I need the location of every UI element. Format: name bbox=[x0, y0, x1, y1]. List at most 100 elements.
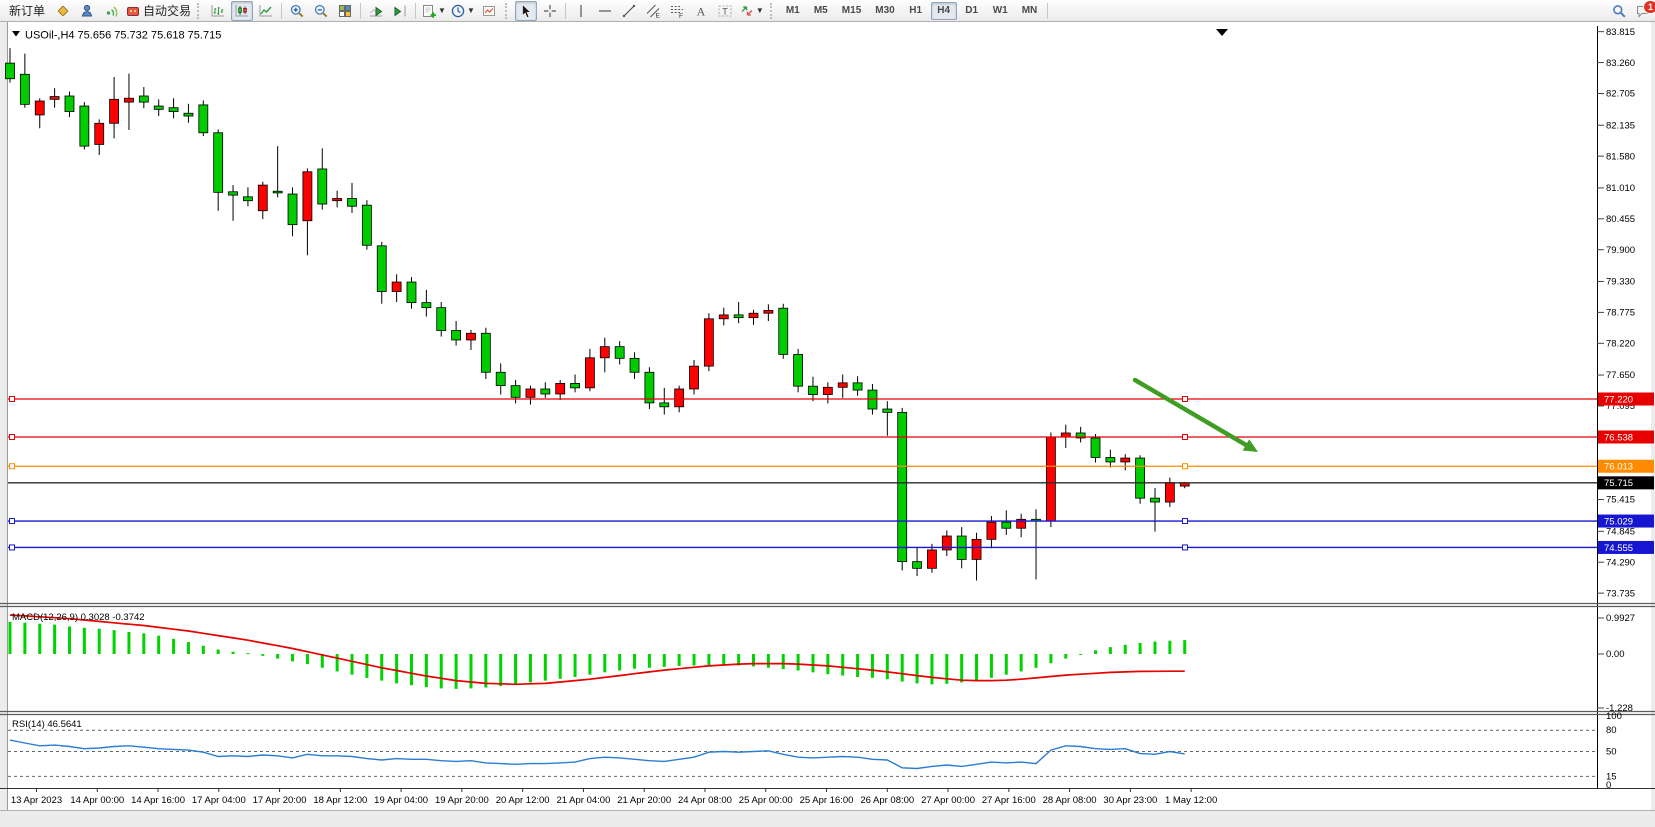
arrows-tool-button[interactable]: ▼ bbox=[738, 1, 765, 21]
horizontal-line-button[interactable] bbox=[594, 1, 616, 21]
new-chart-button[interactable]: ▼ bbox=[420, 1, 447, 21]
trendline-button[interactable] bbox=[618, 1, 640, 21]
candle-chart-button[interactable] bbox=[231, 1, 253, 21]
crosshair-button[interactable] bbox=[539, 1, 561, 21]
tiles-icon bbox=[337, 3, 353, 19]
macd-histogram-bar bbox=[142, 633, 145, 654]
timeframe-H1[interactable]: H1 bbox=[903, 2, 929, 20]
vertical-line-button[interactable] bbox=[570, 1, 592, 21]
macd-histogram-bar bbox=[1124, 645, 1127, 654]
timeframe-H4[interactable]: H4 bbox=[931, 2, 957, 20]
toolbar-drag-handle[interactable] bbox=[770, 3, 774, 19]
macd-histogram-bar bbox=[901, 654, 904, 682]
template-button[interactable] bbox=[478, 1, 500, 21]
price-tick-label: 79.330 bbox=[1606, 277, 1635, 288]
macd-histogram-bar bbox=[187, 642, 190, 654]
price-tick-label: 77.650 bbox=[1606, 370, 1635, 381]
text-tool-button[interactable]: A bbox=[690, 1, 712, 21]
price-tick-label: 73.735 bbox=[1606, 588, 1635, 599]
search-button[interactable] bbox=[1608, 1, 1630, 21]
fibo-icon: F bbox=[669, 3, 685, 19]
timeframe-M5[interactable]: M5 bbox=[808, 2, 834, 20]
macd-histogram-bar bbox=[306, 654, 309, 664]
toolbar-separator bbox=[360, 3, 361, 19]
terminal-icon-button[interactable] bbox=[76, 1, 98, 21]
timeframe-M30[interactable]: M30 bbox=[869, 2, 900, 20]
zoom-out-button[interactable] bbox=[310, 1, 332, 21]
time-tick-label: 14 Apr 00:00 bbox=[70, 795, 124, 806]
cursor-button[interactable] bbox=[515, 1, 537, 21]
auto-scroll-button[interactable] bbox=[365, 1, 387, 21]
crosshair-icon bbox=[542, 3, 558, 19]
candle-body bbox=[20, 74, 29, 104]
candle-body bbox=[927, 550, 936, 568]
hline-handle[interactable] bbox=[1183, 519, 1188, 524]
macd-histogram-bar bbox=[856, 654, 859, 677]
candle-body bbox=[838, 383, 847, 387]
macd-histogram-bar bbox=[544, 654, 547, 681]
time-tick-label: 27 Apr 00:00 bbox=[921, 795, 975, 806]
candle-body bbox=[675, 389, 684, 407]
textA-icon: A bbox=[693, 3, 709, 19]
macd-histogram-bar bbox=[916, 654, 919, 683]
new-order-icon-button[interactable] bbox=[52, 1, 74, 21]
linechart-icon bbox=[258, 3, 274, 19]
macd-histogram-bar bbox=[1079, 654, 1082, 655]
signals-icon-button[interactable] bbox=[100, 1, 122, 21]
dropdown-caret-icon[interactable]: ▼ bbox=[756, 6, 764, 15]
candle-body bbox=[6, 63, 15, 79]
rsi-axis-label: 100 bbox=[1606, 711, 1622, 722]
toolbar-separator bbox=[1047, 3, 1048, 19]
tile-windows-button[interactable] bbox=[334, 1, 356, 21]
timeframe-M15[interactable]: M15 bbox=[836, 2, 867, 20]
hline-handle[interactable] bbox=[1183, 434, 1188, 439]
toolbar-drag-handle[interactable] bbox=[505, 3, 509, 19]
candle-body bbox=[243, 197, 252, 201]
candle-body bbox=[913, 562, 922, 569]
autotrade-button[interactable]: 自动交易 bbox=[124, 1, 192, 21]
price-tick-label: 83.815 bbox=[1606, 27, 1635, 38]
macd-histogram-bar bbox=[633, 654, 636, 669]
fibonacci-button[interactable]: F bbox=[666, 1, 688, 21]
macd-histogram-bar bbox=[410, 654, 413, 685]
candle-body bbox=[794, 354, 803, 386]
new-order-button[interactable]: 新订单 bbox=[4, 1, 50, 21]
hline-handle[interactable] bbox=[10, 464, 15, 469]
label-tool-button[interactable]: T bbox=[714, 1, 736, 21]
candle-body bbox=[1002, 522, 1011, 528]
macd-histogram-bar bbox=[990, 654, 993, 678]
hline-handle[interactable] bbox=[10, 519, 15, 524]
shapes-icon bbox=[739, 3, 755, 19]
macd-histogram-bar bbox=[321, 654, 324, 668]
hline-handle[interactable] bbox=[10, 434, 15, 439]
line-chart-button[interactable] bbox=[255, 1, 277, 21]
hline-handle[interactable] bbox=[1183, 464, 1188, 469]
hline-handle[interactable] bbox=[1183, 397, 1188, 402]
hline-handle[interactable] bbox=[10, 545, 15, 550]
candle-body bbox=[749, 313, 758, 317]
macd-histogram-bar bbox=[797, 654, 800, 671]
bar-chart-button[interactable] bbox=[207, 1, 229, 21]
hline-handle[interactable] bbox=[1183, 545, 1188, 550]
channel-button[interactable]: E bbox=[642, 1, 664, 21]
hline-handle[interactable] bbox=[10, 397, 15, 402]
timeframe-W1[interactable]: W1 bbox=[987, 2, 1014, 20]
rsi-axis-label: 50 bbox=[1606, 747, 1617, 758]
candle-body bbox=[526, 389, 535, 397]
macd-histogram-bar bbox=[38, 624, 41, 654]
timeframe-D1[interactable]: D1 bbox=[959, 2, 985, 20]
chart-shift-button[interactable] bbox=[389, 1, 411, 21]
candle-body bbox=[95, 123, 104, 144]
macd-histogram-bar bbox=[707, 654, 710, 665]
zoom-in-button[interactable] bbox=[286, 1, 308, 21]
dropdown-caret-icon[interactable]: ▼ bbox=[438, 6, 446, 15]
chat-button[interactable]: 1 bbox=[1632, 1, 1654, 21]
macd-histogram-bar bbox=[23, 623, 26, 654]
period-selector-button[interactable]: ▼ bbox=[449, 1, 476, 21]
dropdown-caret-icon[interactable]: ▼ bbox=[467, 6, 475, 15]
timeframe-MN[interactable]: MN bbox=[1016, 2, 1044, 20]
zoomout-icon bbox=[313, 3, 329, 19]
toolbar-drag-handle[interactable] bbox=[197, 3, 201, 19]
macd-histogram-bar bbox=[514, 654, 517, 684]
timeframe-M1[interactable]: M1 bbox=[780, 2, 806, 20]
